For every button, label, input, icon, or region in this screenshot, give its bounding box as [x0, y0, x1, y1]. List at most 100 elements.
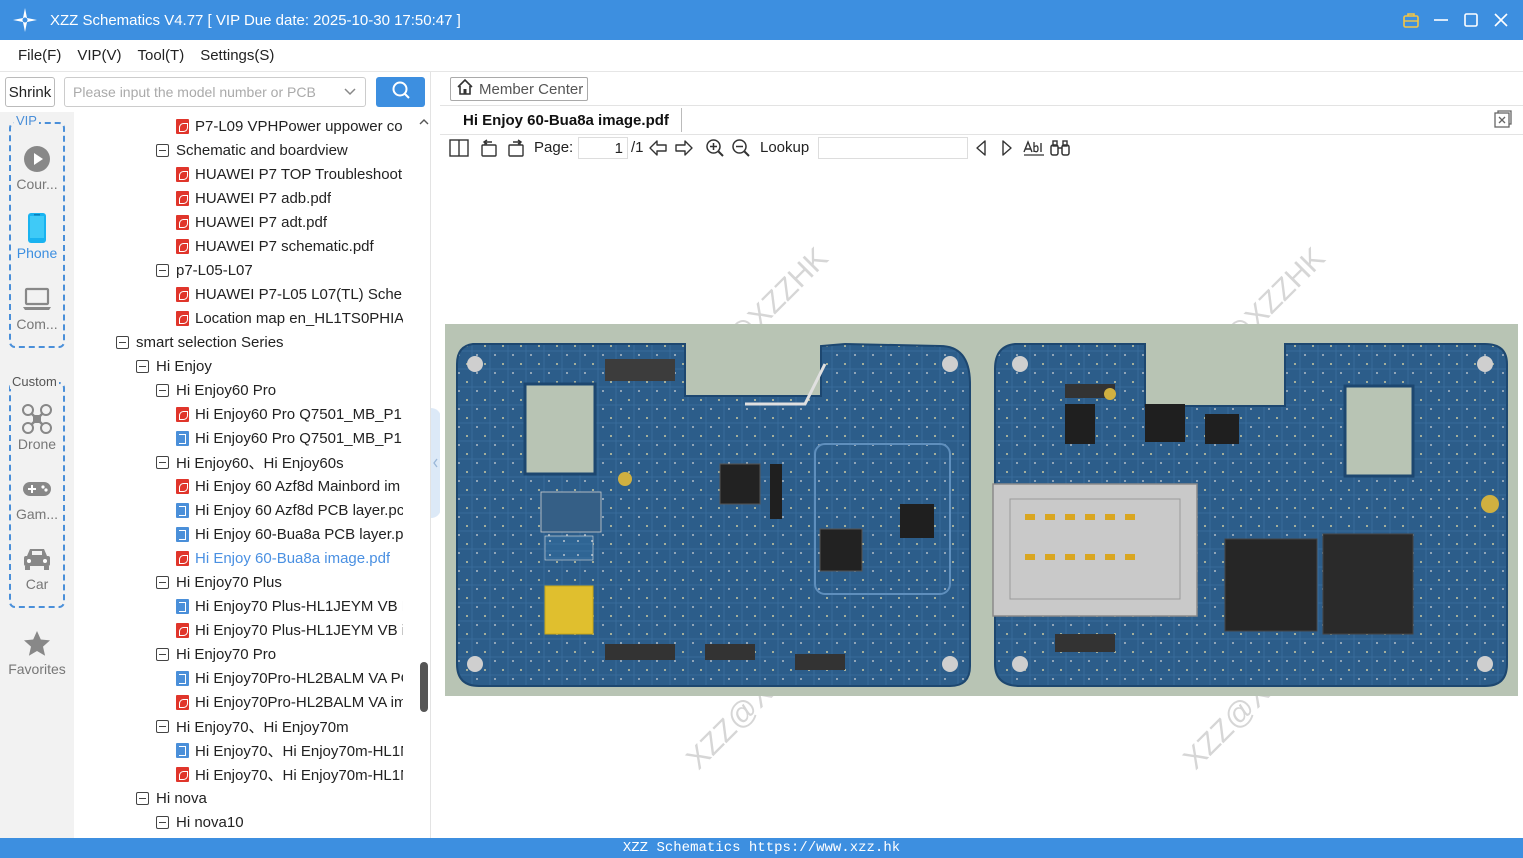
scroll-thumb[interactable]: [420, 662, 428, 712]
gamepad-icon: [22, 474, 52, 504]
collapse-icon[interactable]: [156, 575, 169, 589]
tree-file[interactable]: Hi Enjoy60 Pro Q7501_MB_P1 P: [74, 426, 418, 450]
tree-file[interactable]: Hi Enjoy 60-Bua8a PCB layer.pc: [74, 522, 418, 546]
tree-file[interactable]: HUAWEI P7 TOP Troubleshootin: [74, 162, 418, 186]
tree-item-label: Location map en_HL1TS0PHIAM: [195, 309, 403, 327]
rail-item-game[interactable]: Gam...: [0, 474, 74, 522]
next-page-icon[interactable]: [673, 137, 695, 159]
menu-settings[interactable]: Settings(S): [192, 47, 282, 64]
tree-file[interactable]: P7-L09 VPHPower uppower cor: [74, 114, 418, 138]
tree-scrollbar[interactable]: [418, 112, 430, 838]
chevron-down-icon[interactable]: [343, 84, 357, 103]
tree-folder[interactable]: smart selection Series: [74, 330, 418, 354]
tree-file[interactable]: Hi Enjoy70Pro-HL2BALM VA im: [74, 690, 418, 714]
close-icon[interactable]: [1489, 8, 1513, 32]
tree-folder[interactable]: Hi Enjoy70、Hi Enjoy70m: [74, 714, 418, 738]
tree-file[interactable]: HUAWEI P7 adt.pdf: [74, 210, 418, 234]
minimize-icon[interactable]: [1429, 8, 1453, 32]
shrink-button[interactable]: Shrink: [5, 77, 55, 107]
pdf-file-icon: [176, 238, 189, 254]
tree-folder[interactable]: Hi Enjoy60、Hi Enjoy60s: [74, 450, 418, 474]
pdf-viewer[interactable]: XZZ@XZZHK XZZ@XZZHK XZZ@XZZHK XZZ@XZZHK: [440, 162, 1523, 838]
tree-file[interactable]: Hi Enjoy70、Hi Enjoy70m-HL1N: [74, 762, 418, 786]
panel-splitter[interactable]: [430, 72, 441, 838]
collapse-icon[interactable]: [136, 791, 149, 805]
tree-file[interactable]: HUAWEI P7 adb.pdf: [74, 186, 418, 210]
tree-folder[interactable]: Hi Enjoy70 Pro: [74, 642, 418, 666]
app-window: XZZ Schematics V4.77 [ VIP Due date: 202…: [0, 0, 1523, 858]
binoculars-icon[interactable]: [1049, 137, 1071, 159]
pdf-file-icon: [176, 622, 189, 638]
rail-item-label: Car: [25, 576, 49, 592]
rail-item-phone[interactable]: Phone: [0, 213, 74, 261]
tree-folder[interactable]: Hi Enjoy70 Plus: [74, 570, 418, 594]
rail-item-car[interactable]: Car: [0, 544, 74, 592]
tree-file[interactable]: Hi Enjoy70 Plus-HL1JEYM VB im: [74, 618, 418, 642]
collapse-icon[interactable]: [156, 143, 169, 157]
tree-folder[interactable]: Hi Enjoy: [74, 354, 418, 378]
model-search-input[interactable]: [65, 78, 333, 106]
tree-file[interactable]: Hi Enjoy60 Pro Q7501_MB_P1 M: [74, 402, 418, 426]
tree-item-label: HUAWEI P7 adt.pdf: [195, 213, 327, 231]
collapse-icon[interactable]: [116, 335, 129, 349]
tree-file[interactable]: Hi Enjoy70、Hi Enjoy70m-HL1N: [74, 738, 418, 762]
maximize-icon[interactable]: [1459, 8, 1483, 32]
previous-page-icon[interactable]: [647, 137, 669, 159]
close-all-tabs-icon[interactable]: [1493, 109, 1513, 129]
collapse-icon[interactable]: [156, 455, 169, 469]
toggle-sidebar-icon[interactable]: [448, 137, 470, 159]
pcb-file-icon: [176, 526, 189, 542]
document-tab[interactable]: Hi Enjoy 60-Bua8a image.pdf: [452, 108, 682, 132]
menu-tool[interactable]: Tool(T): [130, 47, 193, 64]
collapse-icon[interactable]: [156, 719, 169, 733]
tree-item-label: p7-L05-L07: [176, 261, 253, 279]
tree-folder[interactable]: Hi nova: [74, 786, 418, 810]
find-previous-icon[interactable]: [970, 137, 992, 159]
menu-file[interactable]: File(F): [10, 47, 69, 64]
rail-item-favorites[interactable]: Favorites: [0, 629, 74, 677]
rail-item-computer[interactable]: Com...: [0, 284, 74, 332]
collapse-icon[interactable]: [156, 647, 169, 661]
laptop-icon: [22, 284, 52, 314]
tree-file[interactable]: Hi Enjoy 60 Azf8d Mainbord im: [74, 474, 418, 498]
lookup-input[interactable]: [818, 137, 968, 159]
tree-file[interactable]: Hi Enjoy70Pro-HL2BALM VA PC: [74, 666, 418, 690]
pcb-file-icon: [176, 670, 189, 686]
find-next-icon[interactable]: [996, 137, 1018, 159]
match-case-icon[interactable]: [1023, 137, 1045, 159]
collapse-icon[interactable]: [156, 815, 169, 829]
tree-file[interactable]: HUAWEI P7 schematic.pdf: [74, 234, 418, 258]
tree-folder[interactable]: Hi Enjoy60 Pro: [74, 378, 418, 402]
rotate-left-icon[interactable]: [478, 137, 500, 159]
pcb-file-icon: [176, 742, 189, 758]
pcb-board-image: [445, 324, 1518, 696]
search-button[interactable]: [376, 77, 425, 107]
vip-bag-icon[interactable]: [1399, 8, 1423, 32]
scroll-up-icon[interactable]: [419, 114, 429, 132]
tree-file[interactable]: Hi Enjoy 60-Bua8a image.pdf: [74, 546, 418, 570]
tree-folder[interactable]: Hi nova10: [74, 810, 418, 834]
tree-folder[interactable]: Schematic and boardview: [74, 138, 418, 162]
rail-item-drone[interactable]: Drone: [0, 404, 74, 452]
collapse-icon[interactable]: [156, 263, 169, 277]
tree-item-label: Hi Enjoy70、Hi Enjoy70m-HL1N: [195, 742, 403, 760]
tree-item-label: Hi Enjoy70 Plus: [176, 573, 282, 591]
tree-file[interactable]: Hi Enjoy 60 Azf8d PCB layer.pcb: [74, 498, 418, 522]
collapse-icon[interactable]: [136, 359, 149, 373]
page-number-input[interactable]: [578, 137, 628, 159]
tree-file[interactable]: Hi Enjoy70 Plus-HL1JEYM VB PC: [74, 594, 418, 618]
rail-item-courses[interactable]: Cour...: [0, 144, 74, 192]
drone-icon: [22, 404, 52, 434]
zoom-in-icon[interactable]: [704, 137, 726, 159]
rotate-right-icon[interactable]: [505, 137, 527, 159]
zoom-out-icon[interactable]: [730, 137, 752, 159]
model-search-combobox[interactable]: [64, 77, 366, 107]
car-icon: [22, 544, 52, 574]
collapse-icon[interactable]: [156, 383, 169, 397]
tree-file[interactable]: Location map en_HL1TS0PHIAM: [74, 306, 418, 330]
tree-item-label: Hi Enjoy: [156, 357, 212, 375]
tree-folder[interactable]: p7-L05-L07: [74, 258, 418, 282]
menu-vip[interactable]: VIP(V): [69, 47, 129, 64]
tree-file[interactable]: HUAWEI P7-L05 L07(TL) Schema: [74, 282, 418, 306]
member-center-button[interactable]: Member Center: [450, 77, 588, 101]
